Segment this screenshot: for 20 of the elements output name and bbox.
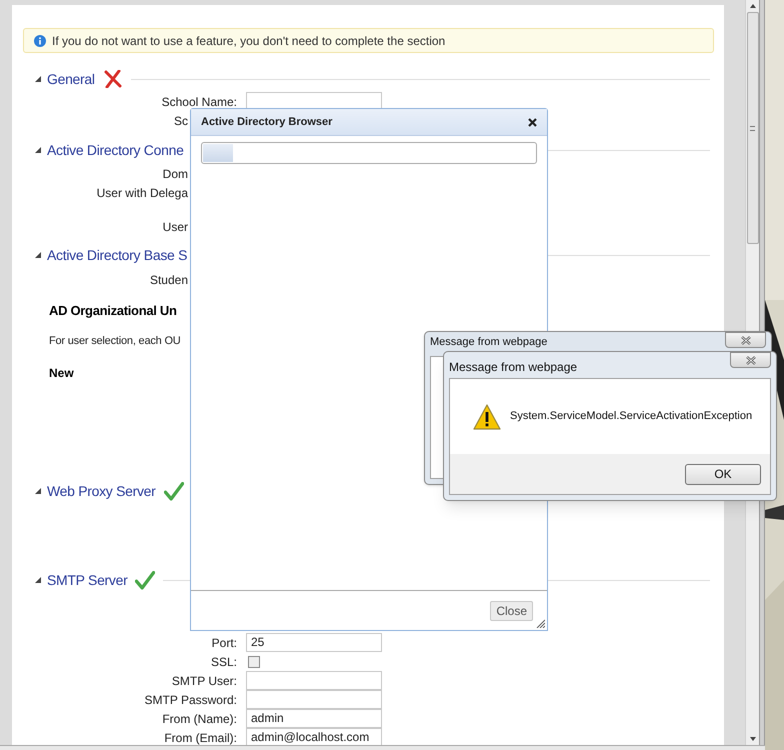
message-text: System.ServiceModel.ServiceActivationException (510, 409, 752, 424)
field-label: SMTP Password: (144, 692, 237, 708)
subsection-heading: AD Organizational Un (49, 302, 177, 320)
field-label: School Name: (160, 94, 237, 110)
field-label: Port: (210, 634, 237, 652)
field-label: Studen (148, 272, 188, 288)
dialog-title: Message from webpage (430, 335, 548, 350)
info-text: If you do not want to use a feature, you don't need to complete the section (52, 32, 446, 50)
field-label: Dom (162, 166, 188, 182)
field-label: User with Delega (96, 184, 188, 202)
field-label: From (Name): (161, 710, 237, 728)
field-label: From (Email): (163, 730, 237, 746)
dialog-title: Active Directory Browser (201, 114, 332, 130)
dialog-title: Message from webpage (449, 359, 578, 376)
group-heading: New (49, 365, 74, 380)
field-label: SSL: (210, 654, 237, 670)
field-label: SMTP User: (170, 672, 237, 690)
field-label: Sc (172, 112, 188, 130)
field-label: User (162, 218, 188, 236)
description-text: For user selection, each OU (49, 334, 181, 349)
